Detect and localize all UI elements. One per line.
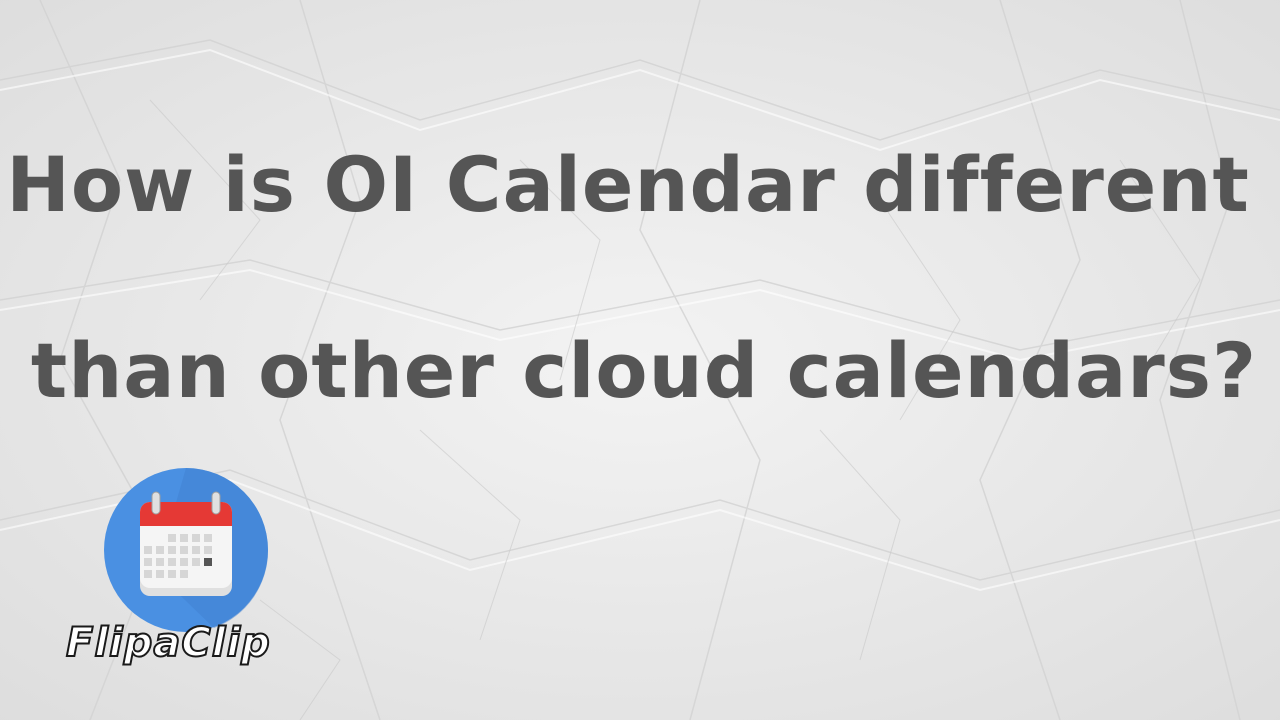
headline-line-1: How is OI Calendar different bbox=[6, 140, 1250, 229]
headline-line-2: than other cloud calendars? bbox=[30, 326, 1258, 415]
flipaclip-watermark-text: FlipaClip bbox=[65, 619, 271, 667]
